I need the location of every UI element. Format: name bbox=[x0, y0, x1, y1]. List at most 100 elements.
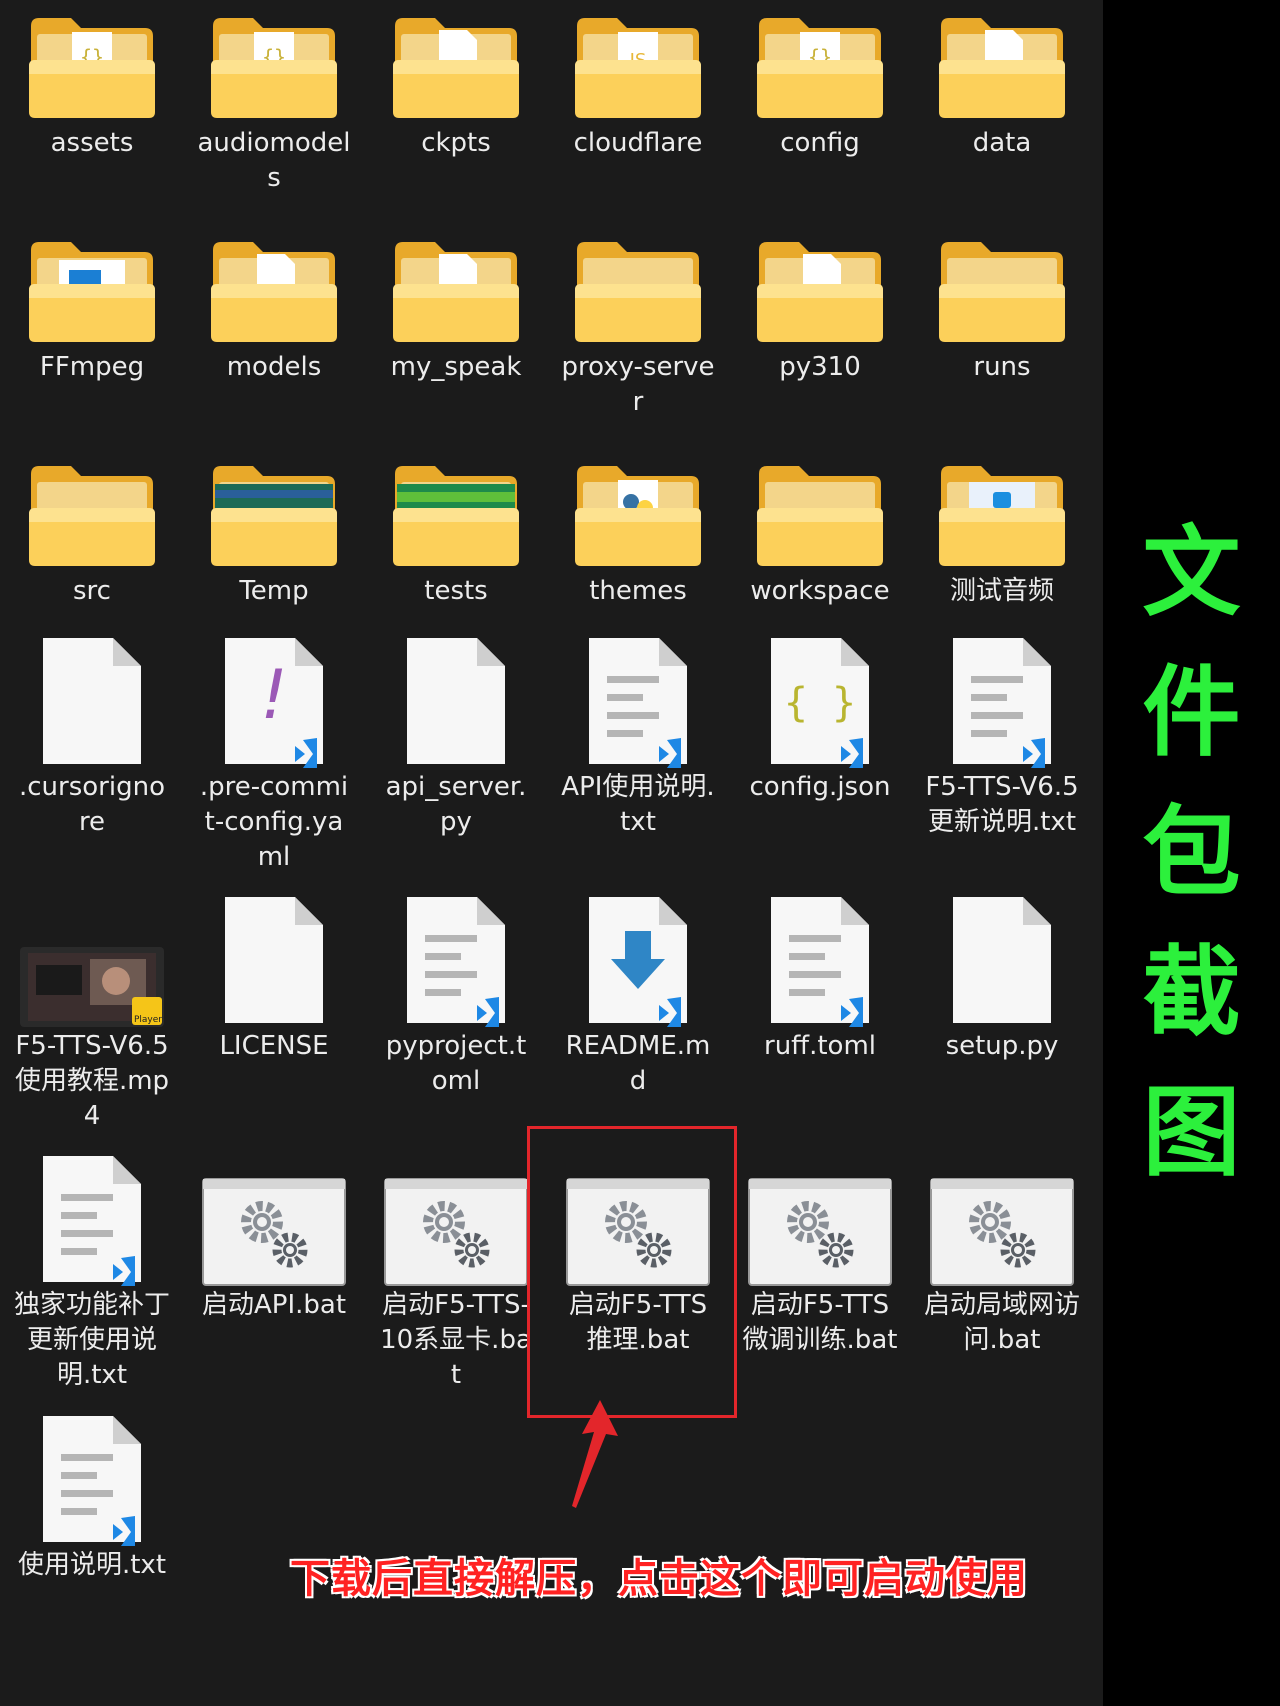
file-item[interactable]: Player F5-TTS-V6.5使用教程.mp4 bbox=[10, 895, 174, 1135]
item-label: api_server.py bbox=[385, 772, 527, 837]
file-item[interactable]: API使用说明.txt bbox=[556, 636, 720, 876]
item-label: 使用说明.txt bbox=[17, 1550, 167, 1580]
file-item[interactable]: ! .pre-commit-config.yaml bbox=[192, 636, 356, 876]
item-label: API使用说明.txt bbox=[561, 772, 715, 837]
folder-item[interactable]: JS cloudflare bbox=[556, 0, 720, 240]
file-item[interactable]: LICENSE bbox=[192, 895, 356, 1135]
item-label: proxy-server bbox=[561, 352, 715, 417]
folder-item[interactable]: py310 bbox=[738, 224, 902, 464]
folder-python-icon bbox=[556, 448, 720, 568]
item-label: .cursorignore bbox=[19, 772, 165, 837]
batch-gear-icon bbox=[556, 1154, 720, 1286]
folder-item[interactable]: FFmpeg bbox=[10, 224, 174, 464]
folder-js-icon: JS bbox=[556, 0, 720, 120]
folder-icon bbox=[738, 448, 902, 568]
batch-gear-icon bbox=[192, 1154, 356, 1286]
file-item[interactable]: pyproject.toml bbox=[374, 895, 538, 1135]
folder-item[interactable]: runs bbox=[920, 224, 1084, 464]
item-label: 启动API.bat bbox=[201, 1290, 347, 1320]
red-arrow-annotation bbox=[572, 1400, 618, 1508]
file-item[interactable]: api_server.py bbox=[374, 636, 538, 876]
file-item[interactable]: 启动F5-TTS微调训练.bat bbox=[738, 1154, 902, 1394]
blank-file-icon bbox=[374, 636, 538, 768]
blank-file-icon bbox=[920, 895, 1084, 1027]
side-caption-char: 包 bbox=[1142, 796, 1241, 910]
file-item[interactable]: 启动F5-TTS-10系显卡.bat bbox=[374, 1154, 538, 1394]
folder-item[interactable]: my_speak bbox=[374, 224, 538, 464]
svg-text:{ }: { } bbox=[784, 680, 856, 726]
batch-gear-icon bbox=[738, 1154, 902, 1286]
folder-file-icon bbox=[374, 0, 538, 120]
item-label: workspace bbox=[750, 576, 890, 606]
folder-icon bbox=[556, 224, 720, 344]
video-badge-label: Player bbox=[133, 1015, 162, 1025]
item-label: my_speak bbox=[390, 352, 522, 382]
item-label: runs bbox=[973, 352, 1031, 382]
item-label: 启动F5-TTS-10系显卡.bat bbox=[380, 1290, 532, 1390]
file-item[interactable]: ruff.toml bbox=[738, 895, 902, 1135]
folder-item[interactable]: {} assets bbox=[10, 0, 174, 240]
folder-file-icon bbox=[192, 224, 356, 344]
item-label: audiomodels bbox=[197, 128, 351, 193]
folder-item[interactable]: ckpts bbox=[374, 0, 538, 240]
item-label: themes bbox=[589, 576, 687, 606]
batch-gear-icon bbox=[374, 1154, 538, 1286]
item-label: 启动F5-TTS推理.bat bbox=[568, 1290, 708, 1355]
item-label: cloudflare bbox=[573, 128, 703, 158]
folder-image-icon bbox=[920, 448, 1084, 568]
text-file-icon bbox=[10, 1154, 174, 1286]
text-file-icon bbox=[738, 895, 902, 1027]
file-item[interactable]: 启动F5-TTS推理.bat bbox=[556, 1154, 720, 1394]
item-label: F5-TTS-V6.5更新说明.txt bbox=[925, 772, 1079, 837]
file-item[interactable]: 独家功能补丁更新使用说明.txt bbox=[10, 1154, 174, 1394]
folder-item[interactable]: proxy-server bbox=[556, 224, 720, 464]
folder-icon bbox=[10, 448, 174, 568]
folder-item[interactable]: {} config bbox=[738, 0, 902, 240]
text-file-icon bbox=[920, 636, 1084, 768]
text-file-icon bbox=[374, 895, 538, 1027]
item-label: pyproject.toml bbox=[385, 1031, 527, 1096]
file-item[interactable]: setup.py bbox=[920, 895, 1084, 1135]
svg-text:!: ! bbox=[260, 656, 287, 735]
folder-file-icon bbox=[374, 224, 538, 344]
file-item[interactable]: 启动局域网访问.bat bbox=[920, 1154, 1084, 1394]
item-label: F5-TTS-V6.5使用教程.mp4 bbox=[14, 1031, 170, 1131]
file-item[interactable]: README.md bbox=[556, 895, 720, 1135]
video-thumbnail-icon: Player bbox=[10, 895, 174, 1027]
side-caption-char: 图 bbox=[1142, 1076, 1241, 1190]
yaml-file-icon: ! bbox=[192, 636, 356, 768]
file-item[interactable]: 使用说明.txt bbox=[10, 1414, 174, 1654]
folder-file-icon bbox=[920, 0, 1084, 120]
file-explorer-grid: {} assets {} audiomodels ckpts JS cloudf… bbox=[0, 0, 1103, 1706]
file-item[interactable]: F5-TTS-V6.5更新说明.txt bbox=[920, 636, 1084, 876]
item-label: 独家功能补丁更新使用说明.txt bbox=[14, 1290, 171, 1390]
folder-item[interactable]: data bbox=[920, 0, 1084, 240]
item-label: ckpts bbox=[421, 128, 491, 158]
item-label: LICENSE bbox=[219, 1031, 329, 1061]
item-label: assets bbox=[50, 128, 134, 158]
folder-json-icon: {} bbox=[10, 0, 174, 120]
blank-file-icon bbox=[10, 636, 174, 768]
json-file-icon: { } bbox=[738, 636, 902, 768]
file-item[interactable]: { } config.json bbox=[738, 636, 902, 876]
folder-item[interactable]: models bbox=[192, 224, 356, 464]
folder-file-icon bbox=[738, 224, 902, 344]
batch-gear-icon bbox=[920, 1154, 1084, 1286]
item-label: 测试音频 bbox=[949, 576, 1054, 606]
folder-item[interactable]: {} audiomodels bbox=[192, 0, 356, 240]
folder-icon bbox=[920, 224, 1084, 344]
file-item[interactable]: 启动API.bat bbox=[192, 1154, 356, 1394]
item-label: py310 bbox=[779, 352, 861, 382]
folder-spectrogram-icon bbox=[192, 448, 356, 568]
file-item[interactable]: .cursorignore bbox=[10, 636, 174, 876]
folder-json-icon: {} bbox=[192, 0, 356, 120]
item-label: setup.py bbox=[945, 1031, 1059, 1061]
item-label: models bbox=[226, 352, 322, 382]
folder-window-icon bbox=[10, 224, 174, 344]
folder-waveform-icon bbox=[374, 448, 538, 568]
folder-json-icon: {} bbox=[738, 0, 902, 120]
item-label: 启动局域网访问.bat bbox=[924, 1290, 1081, 1355]
blank-file-icon bbox=[192, 895, 356, 1027]
item-label: tests bbox=[424, 576, 488, 606]
item-label: config.json bbox=[749, 772, 891, 802]
